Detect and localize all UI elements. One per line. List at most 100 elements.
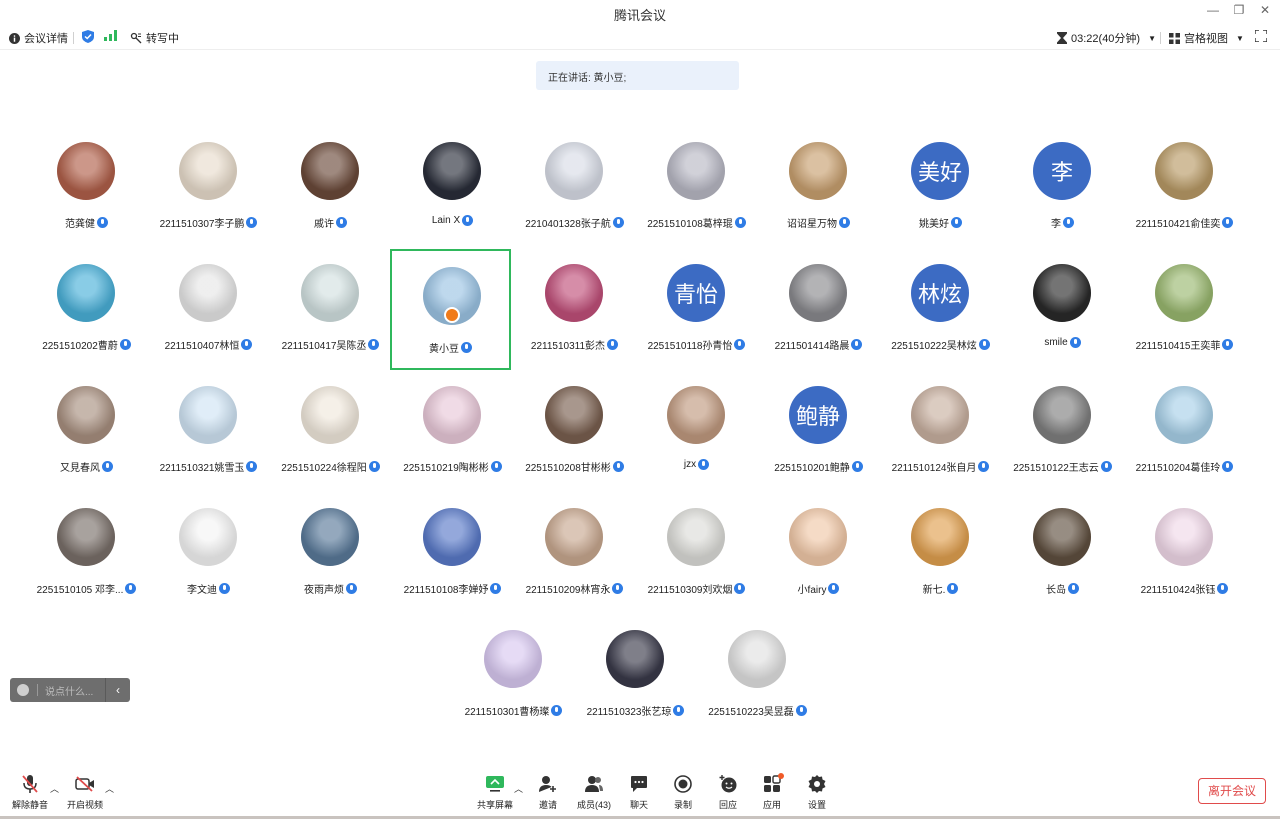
participant-tile[interactable]: 李文迪 [148, 492, 269, 613]
participant-tile[interactable]: 林炫 2251510222吴林炫 [880, 248, 1001, 369]
participant-tile[interactable]: 2251510108葛梓琨 [636, 126, 757, 247]
collapse-chevron-icon[interactable]: ‹ [106, 683, 130, 697]
participant-tile[interactable]: 长岛 [1002, 492, 1123, 613]
leave-meeting-button[interactable]: 离开会议 [1198, 778, 1266, 804]
participant-tile[interactable]: 2211510407林恒 [148, 248, 269, 369]
participant-avatar [667, 508, 725, 566]
participant-tile[interactable]: 又見春风 [26, 370, 147, 491]
participant-name-row: 2211510415王奕菲 [1114, 337, 1255, 352]
members-button[interactable]: 成员(43) [572, 774, 616, 811]
participant-name-row: jzx [626, 459, 767, 470]
participant-tile[interactable]: 2211510209林宵永 [514, 492, 635, 613]
participant-name: 2251510208甘彬彬 [525, 463, 611, 474]
participant-name: 2211510124张自月 [891, 463, 977, 474]
meeting-timer[interactable]: 03:22(40分钟) ▼ [1057, 30, 1156, 46]
meeting-info-button[interactable]: 会议详情 [9, 30, 68, 46]
participant-tile[interactable]: 夜雨声烦 [270, 492, 391, 613]
participant-tile[interactable]: 2211510311彭杰 [514, 248, 635, 369]
participant-tile[interactable]: 2251510219陶彬彬 [392, 370, 513, 491]
participant-tile[interactable]: 2211510124张自月 [880, 370, 1001, 491]
participant-tile[interactable]: 2211510417吴陈丞 [270, 248, 391, 369]
network-signal[interactable] [104, 30, 117, 41]
participant-tile[interactable]: 新七. [880, 492, 1001, 613]
transcribing-indicator[interactable]: 转写中 [130, 30, 179, 46]
participant-name-row: 范龚健 [16, 215, 157, 230]
participant-name-row: 2251510222吴林炫 [870, 337, 1011, 352]
participant-tile[interactable]: 李李 [1002, 126, 1123, 247]
participant-tile[interactable]: 诏诏星万物 [758, 126, 879, 247]
participant-tile[interactable]: 美好 姚美好 [880, 126, 1001, 247]
participant-tile[interactable]: 2251510122王志云 [1002, 370, 1123, 491]
participant-tile[interactable]: 2251510105 邓李... [26, 492, 147, 613]
share-options-chevron-icon[interactable]: ︿ [514, 782, 523, 795]
mic-status-icon [839, 217, 850, 228]
participant-tile[interactable]: 2211510307李子鹏 [148, 126, 269, 247]
participant-tile[interactable]: 2251510208甘彬彬 [514, 370, 635, 491]
chevron-down-icon: ▼ [1148, 33, 1157, 43]
participant-tile[interactable]: smile [1002, 248, 1123, 369]
share-screen-button[interactable]: 共享屏幕 [473, 774, 517, 811]
participant-tile[interactable]: 2211510204葛佳玲 [1124, 370, 1245, 491]
participant-tile[interactable]: Lain X [392, 126, 513, 247]
participant-name: 2251510118孙青怡 [647, 341, 733, 352]
minimize-icon[interactable]: — [1202, 3, 1224, 21]
record-button[interactable]: 录制 [661, 774, 705, 811]
settings-button[interactable]: 设置 [795, 774, 839, 811]
emoji-icon[interactable] [17, 684, 29, 696]
start-video-button[interactable]: 开启视频 [63, 774, 107, 811]
chat-quick-input[interactable]: 说点什么... ‹ [10, 678, 130, 702]
mic-status-icon [1063, 217, 1074, 228]
participant-tile[interactable]: jzx [636, 370, 757, 491]
chat-button[interactable]: 聊天 [617, 774, 661, 811]
participant-tile[interactable]: 鲍静 2251510201鲍静 [758, 370, 879, 491]
fullscreen-button[interactable] [1255, 30, 1267, 42]
chat-placeholder[interactable]: 说点什么... [45, 683, 105, 698]
participant-tile[interactable]: 2251510202曹蔚 [26, 248, 147, 369]
restore-icon[interactable]: ❐ [1228, 3, 1250, 21]
participant-tile[interactable]: 2251510224徐程阳 [270, 370, 391, 491]
participant-tile[interactable]: 2211510321姚雪玉 [148, 370, 269, 491]
participant-tile[interactable]: 2211501414路晨 [758, 248, 879, 369]
participant-tile[interactable]: 2251510223吴昱磊 [697, 614, 818, 735]
security-shield[interactable] [82, 30, 94, 43]
participant-name: 黄小豆 [429, 344, 459, 355]
mic-status-icon [102, 461, 113, 472]
view-mode-selector[interactable]: 宫格视图 ▼ [1169, 30, 1244, 46]
apps-button[interactable]: 应用 [750, 773, 794, 811]
participant-name: 2211510301曹杨璨 [464, 707, 550, 718]
gear-icon [807, 774, 827, 794]
chat-bubble-icon [629, 774, 649, 794]
video-options-chevron-icon[interactable]: ︿ [105, 782, 114, 795]
participant-tile[interactable]: 2210401328张子航 [514, 126, 635, 247]
avatar-image [1155, 142, 1213, 200]
participant-tile[interactable]: 2211510309刘欢烟 [636, 492, 757, 613]
participant-tile[interactable]: 黄小豆 [390, 249, 511, 370]
participant-tile[interactable]: 2211510424张钰 [1124, 492, 1245, 613]
participant-tile[interactable]: 2211510108李婵妤 [392, 492, 513, 613]
audio-options-chevron-icon[interactable]: ︿ [50, 782, 59, 795]
participant-tile[interactable]: 戚许 [270, 126, 391, 247]
participant-tile[interactable]: 范龚健 [26, 126, 147, 247]
participant-name-row: 2251510122王志云 [992, 459, 1133, 474]
participant-tile[interactable]: 2211510421俞佳奕 [1124, 126, 1245, 247]
participant-tile[interactable]: 青怡 2251510118孙青怡 [636, 248, 757, 369]
participant-tile[interactable]: 小fairy [758, 492, 879, 613]
mic-status-icon [368, 461, 380, 472]
close-icon[interactable]: ✕ [1254, 3, 1276, 21]
participant-avatar [301, 142, 359, 200]
participant-tile[interactable]: 2211510301曹杨璨 [453, 614, 574, 735]
participant-avatar [1033, 264, 1091, 322]
transcribe-icon [130, 32, 142, 44]
shield-icon [82, 30, 94, 43]
mic-status-icon [851, 339, 863, 350]
members-icon [584, 774, 604, 794]
react-button[interactable]: 回应 [706, 774, 750, 811]
reaction-icon [718, 774, 738, 794]
mic-status-icon [368, 339, 380, 350]
participant-tile[interactable]: 2211510323张艺琼 [575, 614, 696, 735]
share-screen-label: 共享屏幕 [476, 800, 513, 810]
participant-tile[interactable]: 2211510415王奕菲 [1124, 248, 1245, 369]
participant-avatar [57, 508, 115, 566]
unmute-button[interactable]: 解除静音 [8, 774, 52, 811]
invite-button[interactable]: 邀请 [526, 774, 570, 811]
